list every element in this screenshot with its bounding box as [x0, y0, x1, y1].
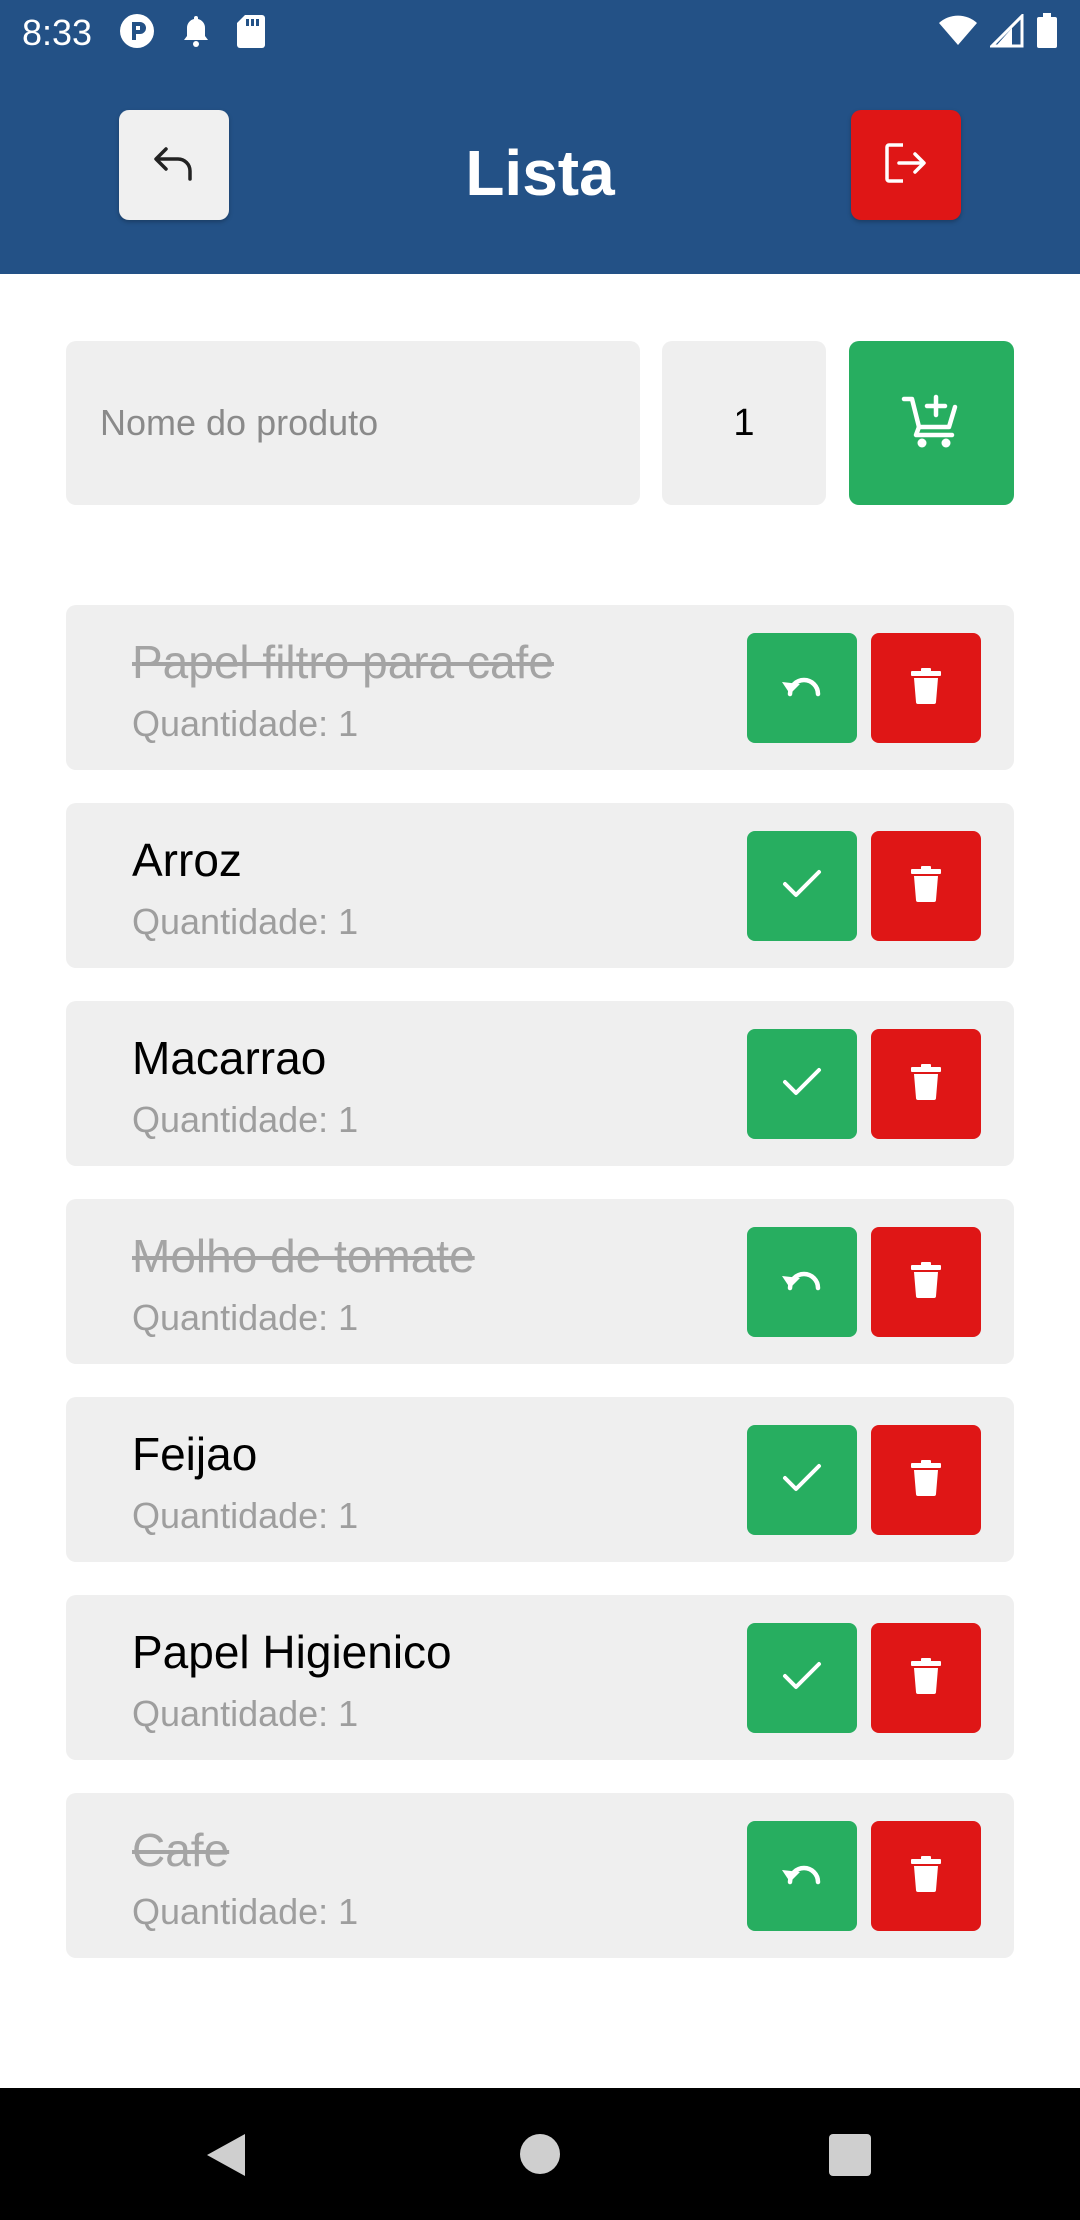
check-button[interactable]: [747, 831, 857, 941]
back-triangle-icon[interactable]: [205, 2132, 247, 2183]
check-icon: [782, 1661, 822, 1696]
notification-bell-icon: [180, 13, 212, 54]
undo-icon: [778, 672, 826, 705]
delete-button[interactable]: [871, 1227, 981, 1337]
list-item: Arroz Quantidade: 1: [66, 803, 1014, 968]
check-button[interactable]: [747, 1029, 857, 1139]
add-product-form: 1: [66, 341, 1014, 505]
item-name: Papel filtro para cafe: [132, 636, 554, 688]
system-nav-bar: [0, 2088, 1080, 2220]
trash-icon: [911, 1063, 941, 1105]
check-icon: [782, 1463, 822, 1498]
item-quantity: Quantidade: 1: [132, 1099, 359, 1140]
item-name: Papel Higienico: [132, 1626, 452, 1678]
battery-icon: [1036, 12, 1058, 54]
item-quantity: Quantidade: 1: [132, 1495, 359, 1536]
status-left-icons: [118, 12, 266, 55]
item-name: Cafe: [132, 1824, 230, 1876]
trash-icon: [911, 1459, 941, 1501]
delete-button[interactable]: [871, 633, 981, 743]
cell-signal-icon: [988, 11, 1024, 53]
item-quantity: Quantidade: 1: [132, 1891, 359, 1932]
check-button[interactable]: [747, 1623, 857, 1733]
undo-icon: [778, 1266, 826, 1299]
trash-icon: [911, 667, 941, 709]
check-icon: [782, 869, 822, 904]
item-name: Macarrao: [132, 1032, 327, 1084]
check-button[interactable]: [747, 1425, 857, 1535]
status-bar: 8:33: [0, 0, 1080, 66]
item-name: Molho de tomate: [132, 1230, 475, 1282]
wifi-icon: [938, 15, 978, 52]
list-item: Macarrao Quantidade: 1: [66, 1001, 1014, 1166]
list-item: Papel Higienico Quantidade: 1: [66, 1595, 1014, 1760]
home-circle-icon[interactable]: [520, 2134, 560, 2174]
add-to-cart-icon: [900, 389, 964, 458]
add-to-cart-button[interactable]: [849, 341, 1014, 505]
status-time: 8:33: [22, 12, 93, 53]
logout-icon: [883, 141, 929, 190]
undo-button[interactable]: [747, 1227, 857, 1337]
delete-button[interactable]: [871, 831, 981, 941]
quantity-input[interactable]: 1: [662, 341, 826, 505]
item-quantity: Quantidade: 1: [132, 901, 359, 942]
trash-icon: [911, 865, 941, 907]
item-name: Feijao: [132, 1428, 258, 1480]
check-icon: [782, 1067, 822, 1102]
trash-icon: [911, 1657, 941, 1699]
sd-card-icon: [236, 13, 266, 54]
list-item: Cafe Quantidade: 1: [66, 1793, 1014, 1958]
undo-button[interactable]: [747, 1821, 857, 1931]
item-name: Arroz: [132, 834, 242, 886]
undo-icon: [778, 1860, 826, 1893]
list-item: Feijao Quantidade: 1: [66, 1397, 1014, 1562]
item-quantity: Quantidade: 1: [132, 1693, 359, 1734]
logout-button[interactable]: [851, 110, 961, 220]
product-name-input[interactable]: [66, 341, 640, 505]
undo-button[interactable]: [747, 633, 857, 743]
delete-button[interactable]: [871, 1029, 981, 1139]
trash-icon: [911, 1855, 941, 1897]
status-right-icons: [938, 11, 1058, 54]
list-item: Papel filtro para cafe Quantidade: 1: [66, 605, 1014, 770]
app-header: Lista: [0, 66, 1080, 274]
trash-icon: [911, 1261, 941, 1303]
app-p-icon: [118, 12, 156, 55]
delete-button[interactable]: [871, 1425, 981, 1535]
delete-button[interactable]: [871, 1623, 981, 1733]
delete-button[interactable]: [871, 1821, 981, 1931]
item-quantity: Quantidade: 1: [132, 1297, 359, 1338]
item-quantity: Quantidade: 1: [132, 703, 359, 744]
list-item: Molho de tomate Quantidade: 1: [66, 1199, 1014, 1364]
recents-square-icon[interactable]: [829, 2134, 871, 2176]
